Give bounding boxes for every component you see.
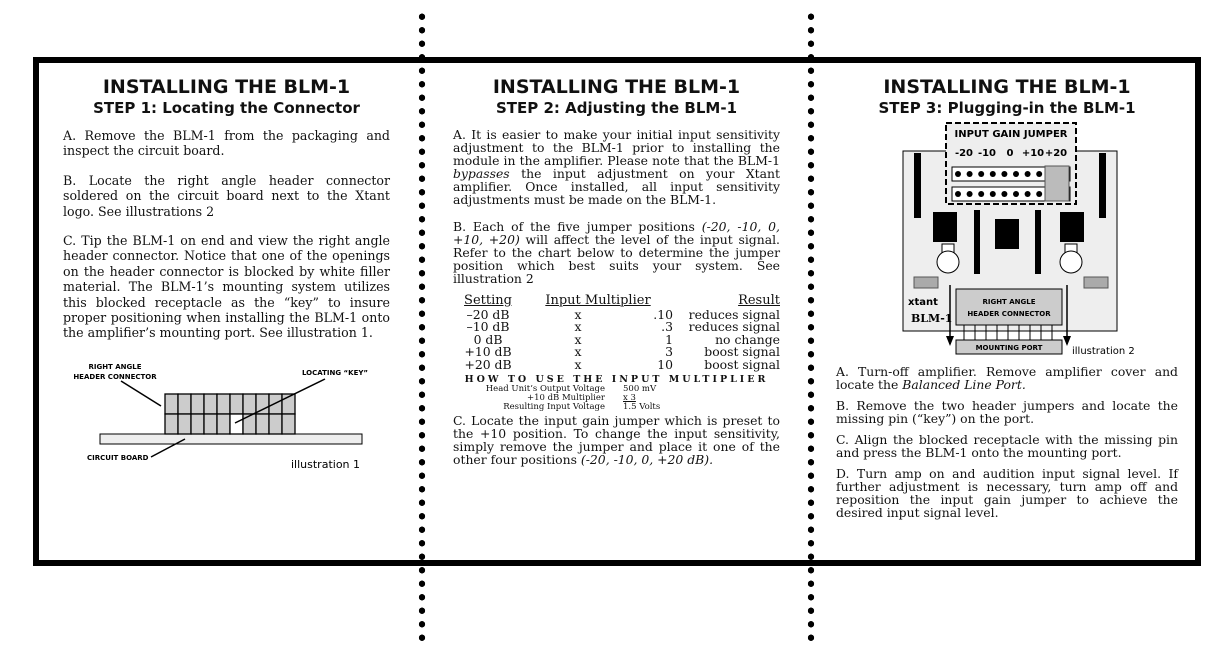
- connector-cell: [268, 413, 283, 435]
- connector-cell: [242, 413, 257, 435]
- connector-cell: [255, 413, 270, 435]
- jumper-position-label: +20: [1045, 148, 1067, 159]
- illustration-2: INPUT GAIN JUMPER -20 -10 0 +10 +20 RIGHT AN…: [902, 122, 1135, 357]
- paragraph: B. Remove the two header jumpers and loc…: [836, 398, 1178, 426]
- jumper-pin: [1036, 191, 1043, 197]
- panel-subtitle: STEP 1: Locating the Connector: [93, 99, 360, 117]
- paragraph: C. Align the blocked receptacle with the…: [836, 432, 1178, 460]
- connector-cell: [164, 393, 179, 415]
- jumper-position-label: +10: [1022, 148, 1044, 159]
- multiplier-table: Setting Input Multiplier Result –20 dB x .10…: [453, 294, 780, 372]
- paragraph: C. Tip the BLM-1 on end and view the rig…: [63, 233, 390, 341]
- caption: illustration 1: [291, 458, 360, 471]
- panel-title: INSTALLING THE BLM-1: [883, 76, 1131, 98]
- jumper-position-label: 0: [1007, 148, 1014, 159]
- paragraph: B. Each of the five jumper positions (-2…: [453, 219, 780, 286]
- label: RIGHT ANGLE: [88, 363, 141, 371]
- jumper-pin: [989, 191, 996, 197]
- jumper-pin: [978, 191, 985, 197]
- panel-subtitle: STEP 3: Plugging-in the BLM-1: [878, 99, 1136, 117]
- label: HEADER CONNECTOR: [967, 310, 1051, 318]
- paragraph: A. Remove the BLM-1 from the packaging a…: [63, 128, 390, 159]
- fold-line-dotted: [807, 10, 815, 645]
- connector-cell: [203, 393, 218, 415]
- connector-cell: [229, 393, 244, 415]
- caption: illustration 2: [1072, 346, 1135, 357]
- jumper-pin: [989, 171, 996, 177]
- connector-cell: [190, 393, 205, 415]
- jumper-pin: [955, 171, 961, 177]
- fold-line-dotted: [418, 10, 426, 645]
- connector-cell: [177, 413, 192, 435]
- jumper-pin: [966, 191, 973, 197]
- paragraph: A. Turn-off amplifier. Remove amplifier …: [836, 364, 1178, 392]
- panel-step-1: INSTALLING THE BLM-1 STEP 1: Locating th…: [63, 76, 390, 475]
- label: MOUNTING PORT: [976, 344, 1043, 352]
- label: INPUT GAIN JUMPER: [954, 129, 1067, 140]
- paragraph: D. Turn amp on and audition input signal…: [836, 466, 1178, 520]
- howto-value: 1.5 Volts: [623, 402, 661, 412]
- table-row: +20 dB x 10 boost signal: [464, 356, 780, 372]
- jumper-pin: [1024, 171, 1031, 177]
- connector-cell: [203, 413, 218, 435]
- jumper-position-label: -10: [978, 148, 996, 159]
- label: BLM-1: [911, 312, 952, 325]
- howto-example: Head Unit’s Output Voltage 500 mV +10 dB M…: [453, 385, 780, 412]
- label: CIRCUIT BOARD: [87, 454, 149, 462]
- jumper-pin: [955, 191, 961, 197]
- paragraph: B. Locate the right angle header connect…: [63, 172, 390, 219]
- illustration-1: RIGHT ANGLE HEADER CONNECTOR LOCATING “K…: [73, 363, 368, 471]
- paragraph: A. It is easier to make your initial inp…: [453, 127, 780, 207]
- jumper-position-label: -20: [955, 148, 973, 159]
- connector-cell: [216, 413, 231, 435]
- label: RIGHT ANGLE: [982, 298, 1035, 306]
- jumper-pin: [1013, 171, 1019, 177]
- panel-step-3: INSTALLING THE BLM-1 STEP 3: Plugging-in…: [836, 76, 1178, 527]
- label: LOCATING “KEY”: [302, 369, 368, 377]
- connector-cell: [242, 393, 257, 415]
- connector-cell: [164, 413, 179, 435]
- panel-title: INSTALLING THE BLM-1: [102, 76, 351, 98]
- connector-cell: [281, 413, 296, 435]
- howto-label: Resulting Input Voltage: [503, 402, 605, 412]
- jumper-pin: [966, 171, 973, 177]
- jumper-pin: [1013, 191, 1019, 197]
- panel-title: INSTALLING THE BLM-1: [492, 76, 741, 98]
- panel-step-2: INSTALLING THE BLM-1 STEP 2: Adjusting t…: [453, 76, 780, 480]
- jumper-pin: [1036, 171, 1043, 177]
- panel-subtitle: STEP 2: Adjusting the BLM-1: [495, 99, 738, 117]
- jumper-pin: [978, 171, 985, 177]
- connector-cell: [229, 413, 244, 435]
- connector-cell: [216, 393, 231, 415]
- label: HEADER CONNECTOR: [73, 373, 157, 381]
- jumper-pin: [1001, 171, 1008, 177]
- connector-cell: [177, 393, 192, 415]
- xtant-logo: xtant: [908, 297, 938, 308]
- connector-cell: [190, 413, 205, 435]
- jumper-pin: [1001, 191, 1008, 197]
- paragraph: C. Locate the input gain jumper which is…: [453, 413, 780, 467]
- jumper-pin: [1024, 191, 1031, 197]
